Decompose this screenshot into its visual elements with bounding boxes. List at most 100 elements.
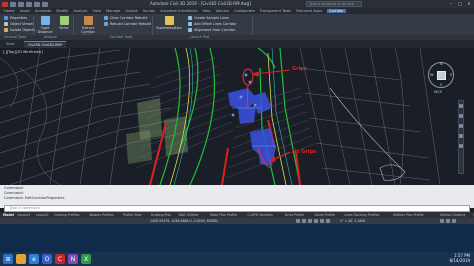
polar-icon[interactable]	[314, 219, 318, 223]
properties-button[interactable]: Properties	[4, 16, 27, 20]
showmotion-icon[interactable]	[459, 144, 463, 148]
title-bar: Autodesk Civil 3D 2019 - [Civil3D Civil3…	[0, 0, 474, 8]
compass-east[interactable]: E	[450, 73, 452, 77]
drive-button[interactable]: Drive	[58, 16, 70, 30]
workspace-icon[interactable]	[440, 219, 444, 223]
superelevation-button[interactable]: Superelevation	[155, 16, 183, 30]
taskbar: ⊞ e O C N X	[0, 252, 474, 266]
ortho-icon[interactable]	[308, 219, 312, 223]
pan-icon[interactable]	[459, 114, 463, 118]
command-input[interactable]: Type a command	[4, 205, 470, 212]
command-line: Command: EditCorridorProperties	[4, 196, 65, 200]
system-tray[interactable]: 1:57 PM 8/14/2019	[449, 253, 470, 263]
no-grips-annotation: No Grips	[292, 149, 317, 155]
fullscreen-icon[interactable]	[446, 219, 450, 223]
command-line: Command:	[4, 186, 24, 190]
ribbon-tab-transparent-tools[interactable]: Transparent Tools	[260, 9, 291, 13]
ribbon-tab-collaborate[interactable]: Collaborate	[234, 9, 255, 13]
compass-west[interactable]: W	[430, 73, 433, 77]
snap-icon[interactable]	[302, 219, 306, 223]
panel-label: Analyze	[44, 35, 57, 39]
onenote-icon[interactable]: N	[68, 254, 78, 264]
close-button[interactable]: ✕	[466, 1, 472, 6]
clear-rebuild-icon	[104, 16, 108, 20]
offset-lines-icon	[188, 22, 192, 26]
date[interactable]: 8/14/2019	[449, 258, 470, 263]
orbit-icon[interactable]	[459, 134, 463, 138]
compass-south[interactable]: S	[440, 83, 442, 87]
command-line: Command:	[4, 191, 24, 195]
ribbon-tab-analyze[interactable]: Analyze	[73, 9, 87, 13]
drawing-canvas[interactable]	[0, 48, 474, 185]
ribbon-tab-annotate[interactable]: Annotate	[35, 9, 51, 13]
maximize-button[interactable]: □	[457, 1, 463, 6]
sight-distance-icon	[40, 16, 50, 25]
viewport-label[interactable]: [-][Top][2D Wireframe]	[3, 50, 43, 54]
ribbon-tab-survey[interactable]: Survey	[143, 9, 156, 13]
redo-icon[interactable]	[42, 1, 48, 7]
ribbon-tab-autodesk-infraworks[interactable]: Autodesk InfraWorks	[160, 9, 197, 13]
panel-label: Launch Pad	[190, 35, 209, 39]
panel-label: General Tools	[4, 35, 27, 39]
extract-solids-icon	[83, 16, 93, 25]
window-title: Autodesk Civil 3D 2019 - [Civil3D Civil3…	[150, 1, 251, 6]
sample-lines-icon	[188, 16, 192, 20]
app-menu-icon[interactable]	[2, 1, 8, 7]
grips-annotation: Grips	[292, 66, 307, 72]
rebuild-button[interactable]: Rebuild Corridor Rebuild	[104, 22, 151, 26]
compass-north[interactable]: N	[440, 62, 443, 66]
lineweight-icon[interactable]	[326, 219, 330, 223]
document-tabs: Start Civil3D Civil3D-RM*	[0, 40, 474, 48]
tab-start[interactable]: Start	[2, 41, 19, 48]
tab-drawing[interactable]: Civil3D Civil3D-RM*	[24, 41, 67, 48]
file-explorer-icon[interactable]	[16, 254, 26, 264]
ribbon-tab-modify[interactable]: Modify	[56, 9, 68, 13]
sight-distance-button[interactable]: Sight Distance	[36, 16, 54, 34]
navigation-bar	[458, 100, 464, 174]
grid-icon[interactable]	[296, 219, 300, 223]
zoom-icon[interactable]	[459, 124, 463, 128]
offset-lines-button[interactable]: Add Offset Lines Corridor	[188, 22, 237, 26]
autocad-window: Autodesk Civil 3D 2019 - [Civil3D Civil3…	[0, 0, 474, 266]
minimize-button[interactable]: –	[448, 1, 454, 6]
open-icon[interactable]	[18, 1, 24, 7]
ribbon-tab-corridor[interactable]: Corridor	[326, 9, 346, 13]
alignment-from-corridor-button[interactable]: Alignment from Corridor	[188, 28, 235, 32]
search-input[interactable]: Type a keyword or phrase	[306, 1, 362, 7]
drawing-viewport[interactable]	[0, 48, 474, 185]
new-icon[interactable]	[10, 1, 16, 7]
ribbon-tab-manage[interactable]: Manage	[106, 9, 120, 13]
superelevation-icon	[164, 16, 174, 25]
clear-rebuild-button[interactable]: Clear Corridor Rebuild	[104, 16, 147, 20]
ribbon-tab-insert[interactable]: Insert	[20, 9, 30, 13]
object-viewer-button[interactable]: Object Viewer	[4, 22, 34, 26]
create-sample-lines-button[interactable]: Create Sample Lines	[188, 16, 229, 20]
ribbon-tab-featured-apps[interactable]: Featured Apps	[296, 9, 322, 13]
undo-icon[interactable]	[34, 1, 40, 7]
panel-label: Corridor Tools	[110, 35, 133, 39]
customize-icon[interactable]	[452, 219, 456, 223]
osnap-icon[interactable]	[320, 219, 324, 223]
ribbon-tab-view[interactable]: View	[92, 9, 101, 13]
properties-icon	[4, 16, 8, 20]
ribbon-tab-output[interactable]: Output	[125, 9, 137, 13]
drive-icon	[59, 16, 69, 25]
browser-icon[interactable]: e	[29, 254, 39, 264]
ribbon-tab-home[interactable]: Home	[4, 9, 15, 13]
object-viewer-icon	[4, 22, 8, 26]
isolate-icon	[4, 28, 8, 32]
view-cube[interactable]: N S E W	[428, 62, 454, 88]
outlook-icon[interactable]: O	[42, 254, 52, 264]
full-navigation-wheel-icon[interactable]	[459, 104, 463, 108]
start-icon[interactable]: ⊞	[3, 254, 13, 264]
save-icon[interactable]	[26, 1, 32, 7]
isolate-objects-button[interactable]: Isolate Objects	[4, 28, 35, 32]
civil3d-icon[interactable]: C	[55, 254, 65, 264]
wcs-menu[interactable]: WCS	[434, 90, 442, 94]
rebuild-icon	[104, 22, 108, 26]
excel-icon[interactable]: X	[81, 254, 91, 264]
ribbon-tab-add-ins[interactable]: Add-ins	[216, 9, 229, 13]
desktop-background	[0, 224, 474, 252]
cube-face[interactable]	[437, 71, 446, 80]
ribbon-tab-help[interactable]: Help	[202, 9, 210, 13]
